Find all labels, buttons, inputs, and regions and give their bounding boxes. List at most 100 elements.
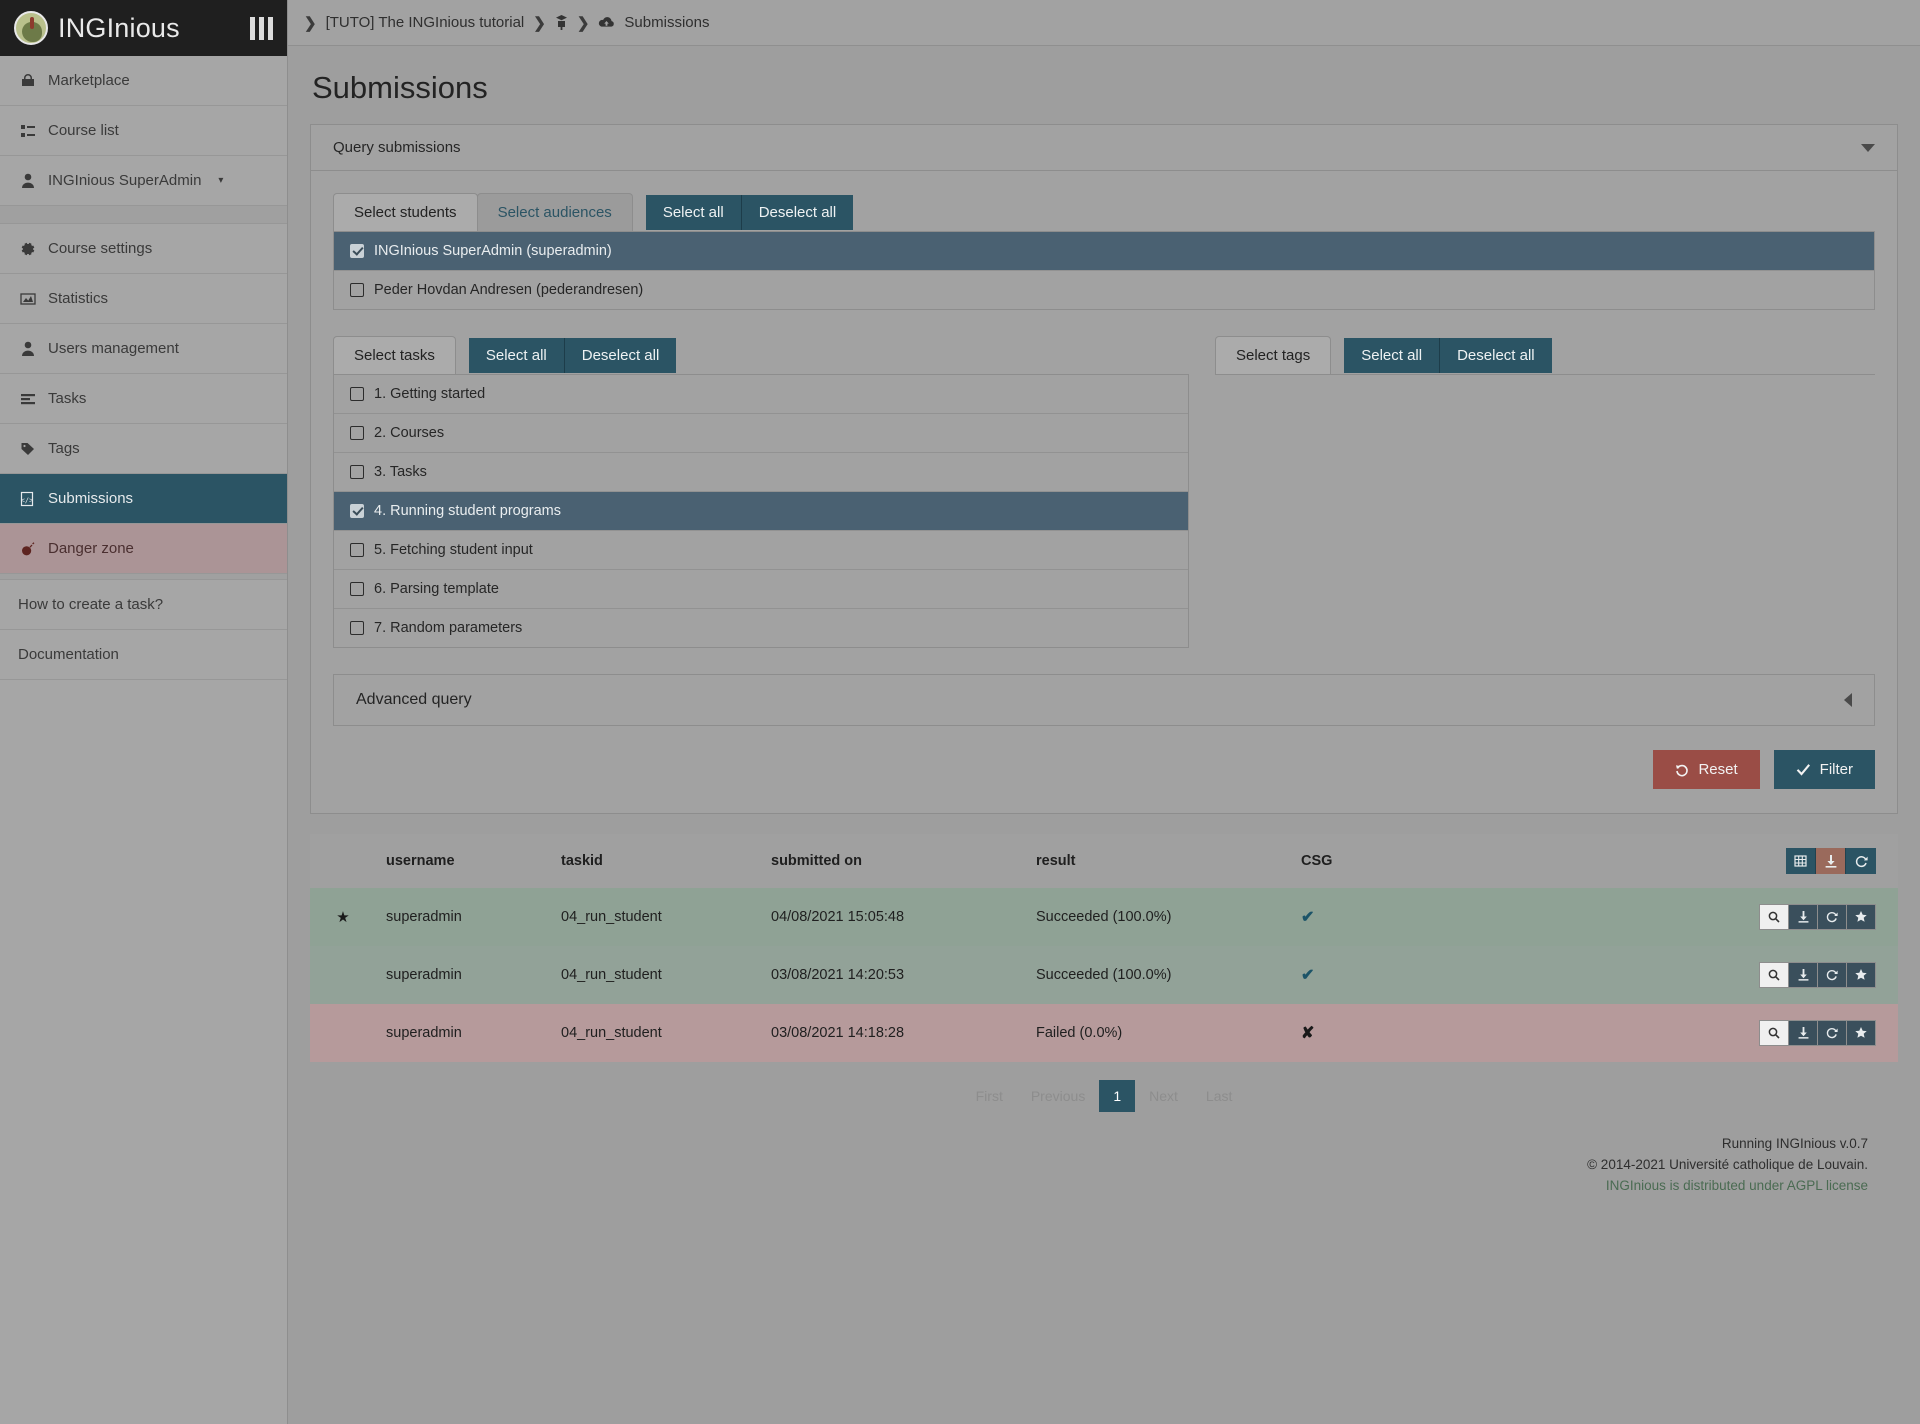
search-icon[interactable]: [1759, 904, 1789, 930]
gear-icon: [18, 241, 37, 257]
chevron-down-icon[interactable]: [1861, 143, 1875, 152]
search-icon[interactable]: [1759, 1020, 1789, 1046]
advanced-query-bar[interactable]: Advanced query: [333, 674, 1875, 726]
tasks-deselect-all-button[interactable]: Deselect all: [563, 337, 677, 373]
sidebar-item-label: Marketplace: [48, 72, 130, 89]
tasks-panel: Select tasks Select all Deselect all 1. …: [333, 336, 1189, 648]
brand-header[interactable]: INGInious: [0, 0, 287, 56]
refresh-icon[interactable]: [1817, 904, 1847, 930]
students-select-all-button[interactable]: Select all: [645, 194, 741, 230]
chart-icon: [18, 291, 37, 307]
cell-username: superadmin: [386, 909, 462, 925]
row-star[interactable]: [310, 946, 376, 1004]
row-star[interactable]: [310, 1004, 376, 1062]
footer-version: Running INGInious v.0.7: [1721, 1136, 1868, 1151]
search-icon[interactable]: [1759, 962, 1789, 988]
list-item[interactable]: 7. Random parameters: [334, 609, 1188, 647]
checkbox-icon[interactable]: [350, 621, 364, 635]
sidebar-item-user-menu[interactable]: INGInious SuperAdmin ▾: [0, 156, 287, 206]
checkbox-icon[interactable]: [350, 582, 364, 596]
query-submissions-header[interactable]: Query submissions: [311, 125, 1897, 171]
reset-button[interactable]: Reset: [1653, 750, 1760, 789]
undo-icon: [1675, 763, 1689, 777]
refresh-icon[interactable]: [1817, 962, 1847, 988]
sidebar-item-statistics[interactable]: Statistics: [0, 274, 287, 324]
sidebar-item-marketplace[interactable]: Marketplace: [0, 56, 287, 106]
pagination-first[interactable]: First: [962, 1080, 1017, 1112]
pagination: First Previous 1 Next Last: [310, 1080, 1898, 1112]
tab-select-audiences[interactable]: Select audiences: [476, 193, 633, 231]
brand-name: INGInious: [58, 12, 180, 43]
list-item[interactable]: INGInious SuperAdmin (superadmin): [334, 232, 1874, 271]
cell-result: Succeeded (100.0%): [1036, 967, 1172, 983]
checkbox-icon[interactable]: [350, 244, 364, 258]
tags-select-all-button[interactable]: Select all: [1344, 337, 1440, 373]
sidebar-item-how-to-create-a-task[interactable]: How to create a task?: [0, 580, 287, 630]
checkbox-icon[interactable]: [350, 465, 364, 479]
students-deselect-all-button[interactable]: Deselect all: [740, 194, 854, 230]
sidebar-separator: [0, 206, 287, 224]
sidebar-item-label: Course settings: [48, 240, 153, 257]
row-star[interactable]: ★: [310, 888, 376, 946]
admin-lock-icon[interactable]: [555, 15, 568, 30]
students-select-buttons: Select all Deselect all: [645, 194, 854, 230]
list-item[interactable]: Peder Hovdan Andresen (pederandresen): [334, 271, 1874, 309]
sidebar-item-course-list[interactable]: Course list: [0, 106, 287, 156]
star-icon[interactable]: [1846, 1020, 1876, 1046]
cell-csg: ✔: [1301, 909, 1315, 926]
checkbox-icon[interactable]: [350, 504, 364, 518]
pagination-last[interactable]: Last: [1192, 1080, 1246, 1112]
tags-deselect-all-button[interactable]: Deselect all: [1439, 337, 1552, 373]
list-item[interactable]: 1. Getting started: [334, 375, 1188, 414]
refresh-icon[interactable]: [1846, 848, 1876, 874]
students-tabrow: Select students Select audiences Select …: [333, 193, 1875, 231]
table-row[interactable]: superadmin 04_run_student 03/08/2021 14:…: [310, 946, 1898, 1004]
pagination-page-1[interactable]: 1: [1099, 1080, 1136, 1112]
tasks-select-all-button[interactable]: Select all: [468, 337, 564, 373]
sidebar-item-label: Statistics: [48, 290, 109, 307]
checkbox-icon[interactable]: [350, 426, 364, 440]
tab-label: Select tags: [1236, 347, 1311, 364]
sidebar-item-label: Course list: [48, 122, 119, 139]
sidebar-item-label: Submissions: [48, 490, 134, 507]
table-row[interactable]: ★ superadmin 04_run_student 04/08/2021 1…: [310, 888, 1898, 946]
checkbox-icon[interactable]: [350, 543, 364, 557]
sidebar-item-tags[interactable]: Tags: [0, 424, 287, 474]
checkbox-icon[interactable]: [350, 387, 364, 401]
list-item[interactable]: 4. Running student programs: [334, 492, 1188, 531]
filter-button[interactable]: Filter: [1773, 750, 1875, 789]
tab-select-tasks[interactable]: Select tasks: [333, 336, 456, 374]
breadcrumb-course-link[interactable]: [TUTO] The INGInious tutorial: [326, 14, 525, 31]
sidebar-item-tasks[interactable]: Tasks: [0, 374, 287, 424]
sidebar-item-users-management[interactable]: Users management: [0, 324, 287, 374]
list-item[interactable]: 5. Fetching student input: [334, 531, 1188, 570]
tab-select-students[interactable]: Select students: [333, 193, 478, 231]
sidebar-item-documentation[interactable]: Documentation: [0, 630, 287, 680]
list-item-label: 4. Running student programs: [374, 503, 561, 519]
download-icon[interactable]: [1816, 848, 1846, 874]
download-icon[interactable]: [1788, 904, 1818, 930]
cell-username: superadmin: [386, 967, 462, 983]
list-item[interactable]: 3. Tasks: [334, 453, 1188, 492]
sidebar-item-course-settings[interactable]: Course settings: [0, 224, 287, 274]
chevron-left-icon[interactable]: [1844, 693, 1852, 707]
download-icon[interactable]: [1788, 1020, 1818, 1046]
table-row[interactable]: superadmin 04_run_student 03/08/2021 14:…: [310, 1004, 1898, 1062]
download-icon[interactable]: [1788, 962, 1818, 988]
footer: Running INGInious v.0.7 © 2014-2021 Univ…: [310, 1112, 1898, 1211]
sidebar-item-danger-zone[interactable]: Danger zone: [0, 524, 287, 574]
table-toolbar: [1391, 848, 1876, 874]
checkbox-icon[interactable]: [350, 283, 364, 297]
star-icon[interactable]: [1846, 904, 1876, 930]
menu-bars-icon[interactable]: [250, 16, 273, 40]
refresh-icon[interactable]: [1817, 1020, 1847, 1046]
star-icon[interactable]: [1846, 962, 1876, 988]
pagination-previous[interactable]: Previous: [1017, 1080, 1099, 1112]
list-item[interactable]: 6. Parsing template: [334, 570, 1188, 609]
bomb-icon: [18, 541, 37, 557]
pagination-next[interactable]: Next: [1135, 1080, 1192, 1112]
sidebar-item-submissions[interactable]: </> Submissions: [0, 474, 287, 524]
tab-select-tags[interactable]: Select tags: [1215, 336, 1332, 374]
list-item[interactable]: 2. Courses: [334, 414, 1188, 453]
table-view-icon[interactable]: [1786, 848, 1816, 874]
